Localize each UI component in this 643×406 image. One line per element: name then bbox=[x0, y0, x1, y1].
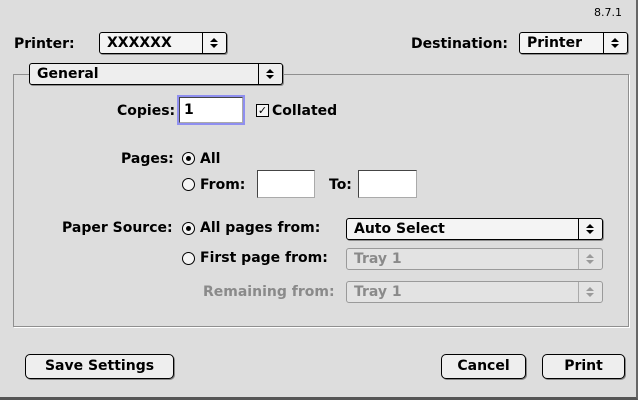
collated-label: Collated bbox=[272, 103, 338, 119]
all-pages-from-value: Auto Select bbox=[354, 221, 445, 237]
printer-label: Printer: bbox=[14, 36, 75, 52]
copies-label: Copies: bbox=[117, 103, 176, 119]
destination-popup-value: Printer bbox=[527, 35, 583, 51]
destination-popup[interactable]: Printer bbox=[519, 32, 628, 54]
pages-from-radio[interactable] bbox=[182, 178, 195, 191]
pages-from-field[interactable] bbox=[257, 170, 315, 198]
pages-to-label: To: bbox=[329, 177, 352, 193]
all-pages-from-radio[interactable] bbox=[182, 222, 195, 235]
printer-popup-value: XXXXXX bbox=[107, 35, 172, 51]
print-dialog: 8.7.1 Printer: XXXXXX Destination: Print… bbox=[0, 0, 638, 400]
save-settings-button[interactable]: Save Settings bbox=[25, 354, 174, 379]
panel-popup-value: General bbox=[37, 66, 99, 82]
remaining-from-popup[interactable]: Tray 1 bbox=[346, 281, 603, 303]
remaining-from-label: Remaining from: bbox=[203, 284, 335, 300]
destination-label: Destination: bbox=[411, 36, 509, 52]
pages-label: Pages: bbox=[121, 151, 174, 167]
first-page-from-popup[interactable]: Tray 1 bbox=[346, 248, 603, 270]
default-button-ring bbox=[0, 0, 93, 35]
pages-from-label: From: bbox=[200, 177, 246, 193]
first-page-from-radio[interactable] bbox=[182, 252, 195, 265]
popup-arrows-icon bbox=[578, 282, 602, 302]
all-pages-from-label: All pages from: bbox=[200, 220, 321, 236]
pages-all-label: All bbox=[200, 151, 221, 167]
paper-source-label: Paper Source: bbox=[62, 220, 173, 236]
popup-arrows-icon bbox=[202, 33, 226, 53]
cancel-button[interactable]: Cancel bbox=[441, 354, 526, 379]
popup-arrows-icon bbox=[578, 219, 602, 239]
print-button[interactable]: Print bbox=[542, 354, 625, 379]
popup-arrows-icon bbox=[578, 249, 602, 269]
popup-arrows-icon bbox=[258, 64, 282, 84]
printer-popup[interactable]: XXXXXX bbox=[99, 32, 227, 54]
panel-popup[interactable]: General bbox=[29, 63, 283, 85]
version-label: 8.7.1 bbox=[594, 6, 622, 19]
first-page-from-label: First page from: bbox=[200, 250, 328, 266]
pages-to-field[interactable] bbox=[358, 170, 417, 198]
copies-field[interactable] bbox=[179, 97, 243, 123]
collated-checkbox[interactable]: ✓ bbox=[256, 104, 269, 117]
popup-arrows-icon bbox=[603, 33, 627, 53]
pages-all-radio[interactable] bbox=[182, 152, 195, 165]
all-pages-from-popup[interactable]: Auto Select bbox=[346, 218, 603, 240]
first-page-from-value: Tray 1 bbox=[354, 251, 402, 267]
remaining-from-value: Tray 1 bbox=[354, 284, 402, 300]
